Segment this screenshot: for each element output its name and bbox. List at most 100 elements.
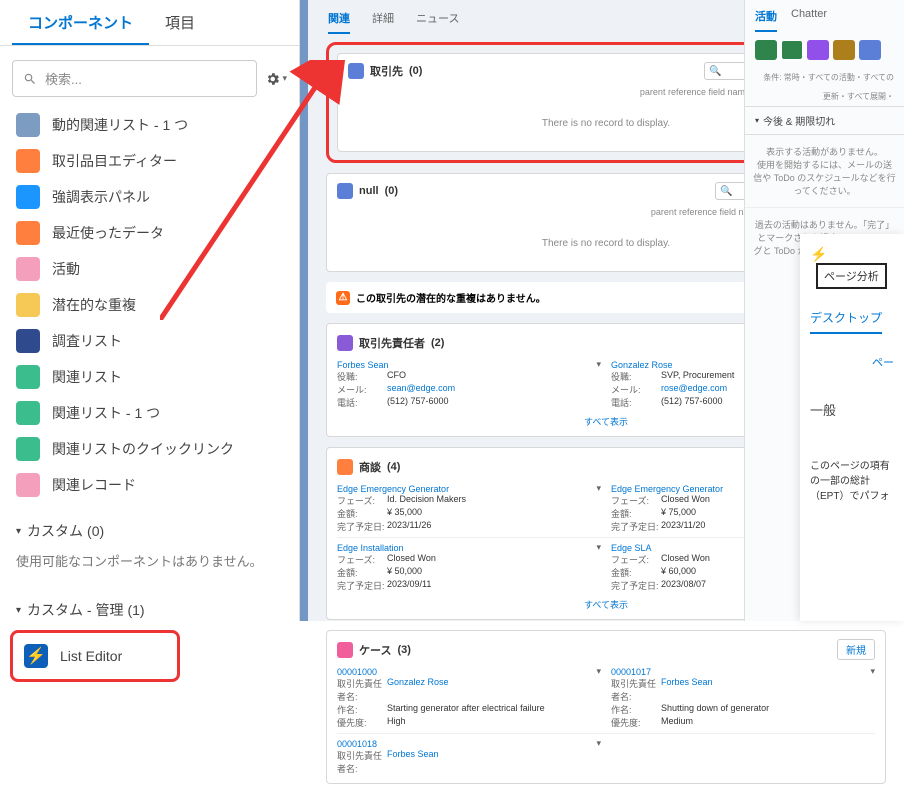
case-link[interactable]: 00001000 <box>337 667 377 677</box>
tab-fields[interactable]: 項目 <box>149 0 211 45</box>
subtab-news[interactable]: ニュース <box>416 10 459 34</box>
row-menu-icon[interactable]: ▾ <box>596 542 601 553</box>
tab-chatter[interactable]: Chatter <box>791 8 827 32</box>
show-all-link[interactable]: すべて表示 <box>584 417 628 427</box>
no-activity-msg: 表示する活動がありません。 使用を開始するには、メールの送信や ToDo のスケ… <box>745 135 904 207</box>
warning-icon: ⚠ <box>336 291 350 305</box>
bolt-icon: ⚡ <box>810 246 827 262</box>
case-link[interactable]: 00001018 <box>337 739 377 749</box>
tab-activity[interactable]: 活動 <box>755 8 777 32</box>
bolt-icon: ⚡ <box>24 644 48 668</box>
upcoming-section[interactable]: ▾今後 & 期限切れ <box>745 106 904 135</box>
component-icon <box>16 401 40 425</box>
null-icon <box>337 183 353 199</box>
component-icon <box>16 149 40 173</box>
component-icon <box>16 437 40 461</box>
component-icon <box>16 329 40 353</box>
row-menu-icon[interactable]: ▾ <box>870 666 875 677</box>
page-analysis-title[interactable]: ページ分析 <box>816 263 887 289</box>
component-item[interactable]: 取引品目エディター <box>6 143 293 179</box>
new-button[interactable]: 新規 <box>837 639 875 660</box>
component-item[interactable]: 調査リスト <box>6 323 293 359</box>
component-icon <box>16 293 40 317</box>
component-label: 最近使ったデータ <box>52 223 164 243</box>
list-editor-highlight: ⚡ List Editor <box>10 630 180 682</box>
component-icon <box>16 473 40 497</box>
subtab-detail[interactable]: 詳細 <box>372 10 394 34</box>
list-editor-component[interactable]: ⚡ List Editor <box>18 638 172 674</box>
component-icon <box>16 257 40 281</box>
search-icon <box>23 72 37 86</box>
component-label: 調査リスト <box>52 331 122 351</box>
opportunity-icon <box>337 459 353 475</box>
gear-icon[interactable]: ▾ <box>265 68 287 90</box>
opp-link[interactable]: Edge Installation <box>337 543 404 553</box>
case-link[interactable]: 00001017 <box>611 667 651 677</box>
contact-icon <box>337 335 353 351</box>
page-link[interactable]: ペー <box>810 354 894 370</box>
opp-link[interactable]: Edge Emergency Generator <box>337 484 449 494</box>
general-paragraph: このページの項有の一部の総計（EPT）でパフォ <box>810 459 894 504</box>
component-icon <box>16 365 40 389</box>
component-label: 潜在的な重複 <box>52 295 136 315</box>
opp-link[interactable]: Edge Emergency Generator <box>611 484 723 494</box>
card-title: null <box>359 185 379 197</box>
component-label: 強調表示パネル <box>52 187 150 207</box>
sidebar-tabs: コンポーネント 項目 <box>0 0 299 46</box>
activity-btn-1[interactable] <box>755 40 777 60</box>
desktop-tab[interactable]: デスクトップ <box>810 309 882 334</box>
section-custom-managed[interactable]: ▾カスタム - 管理(1) <box>0 586 299 626</box>
opp-link[interactable]: Edge SLA <box>611 543 652 553</box>
component-item[interactable]: 関連リスト <box>6 359 293 395</box>
account-icon <box>348 63 364 79</box>
activity-refresh[interactable]: 更新・すべて展開・ <box>745 87 904 106</box>
component-label: 取引品目エディター <box>52 151 177 171</box>
search-input[interactable]: 検索... <box>12 60 257 97</box>
component-label: 関連リスト - 1 つ <box>52 403 160 423</box>
component-item[interactable]: 関連リストのクイックリンク <box>6 431 293 467</box>
activity-btn-3[interactable] <box>807 40 829 60</box>
case-icon <box>337 642 353 658</box>
component-label: 活動 <box>52 259 80 279</box>
activity-btn-2[interactable] <box>781 40 803 60</box>
contact-link[interactable]: Gonzalez Rose <box>611 360 673 370</box>
row-menu-icon[interactable]: ▾ <box>596 738 601 749</box>
contact-link[interactable]: Forbes Sean <box>337 360 389 370</box>
subtab-related[interactable]: 関連 <box>328 10 350 34</box>
component-icon <box>16 221 40 245</box>
component-item[interactable]: 強調表示パネル <box>6 179 293 215</box>
general-heading: 一般 <box>810 400 894 419</box>
show-all-link[interactable]: すべて表示 <box>584 600 628 610</box>
row-menu-icon[interactable]: ▾ <box>596 666 601 677</box>
component-icon <box>16 185 40 209</box>
card-title: ケース <box>359 642 391 658</box>
list-editor-label: List Editor <box>60 648 122 664</box>
component-item[interactable]: 関連レコード <box>6 467 293 503</box>
page-analysis-panel: ⚡ページ分析 デスクトップ ペー 一般 このページの項有の一部の総計（EPT）で… <box>800 234 904 621</box>
component-item[interactable]: 最近使ったデータ <box>6 215 293 251</box>
component-label: 関連リストのクイックリンク <box>52 439 234 459</box>
search-placeholder: 検索... <box>45 69 82 88</box>
component-item[interactable]: 関連リスト - 1 つ <box>6 395 293 431</box>
component-item[interactable]: 潜在的な重複 <box>6 287 293 323</box>
row-menu-icon[interactable]: ▾ <box>596 483 601 494</box>
activity-btn-4[interactable] <box>833 40 855 60</box>
card-title: 取引先責任者 <box>359 335 425 351</box>
no-components-msg: 使用可能なコンポーネントはありません。 <box>0 547 299 586</box>
card-title: 商談 <box>359 459 381 475</box>
component-item[interactable]: 活動 <box>6 251 293 287</box>
section-custom[interactable]: ▾カスタム(0) <box>0 507 299 547</box>
cases-card: ケース(3) 新規 00001000▾ 取引先責任者名:Gonzalez Ros… <box>326 630 886 784</box>
component-item[interactable]: 動的関連リスト - 1 つ <box>6 107 293 143</box>
prf-label: parent reference field name <box>640 87 750 97</box>
component-icon <box>16 113 40 137</box>
component-label: 関連レコード <box>52 475 136 495</box>
activity-btn-5[interactable] <box>859 40 881 60</box>
row-menu-icon[interactable]: ▾ <box>596 359 601 370</box>
tab-components[interactable]: コンポーネント <box>12 0 149 45</box>
activity-filter: 条件: 常時・すべての活動・すべての <box>745 68 904 87</box>
component-list: 動的関連リスト - 1 つ取引品目エディター強調表示パネル最近使ったデータ活動潜… <box>0 107 299 507</box>
component-label: 動的関連リスト - 1 つ <box>52 115 188 135</box>
card-title: 取引先 <box>370 63 403 79</box>
component-label: 関連リスト <box>52 367 122 387</box>
